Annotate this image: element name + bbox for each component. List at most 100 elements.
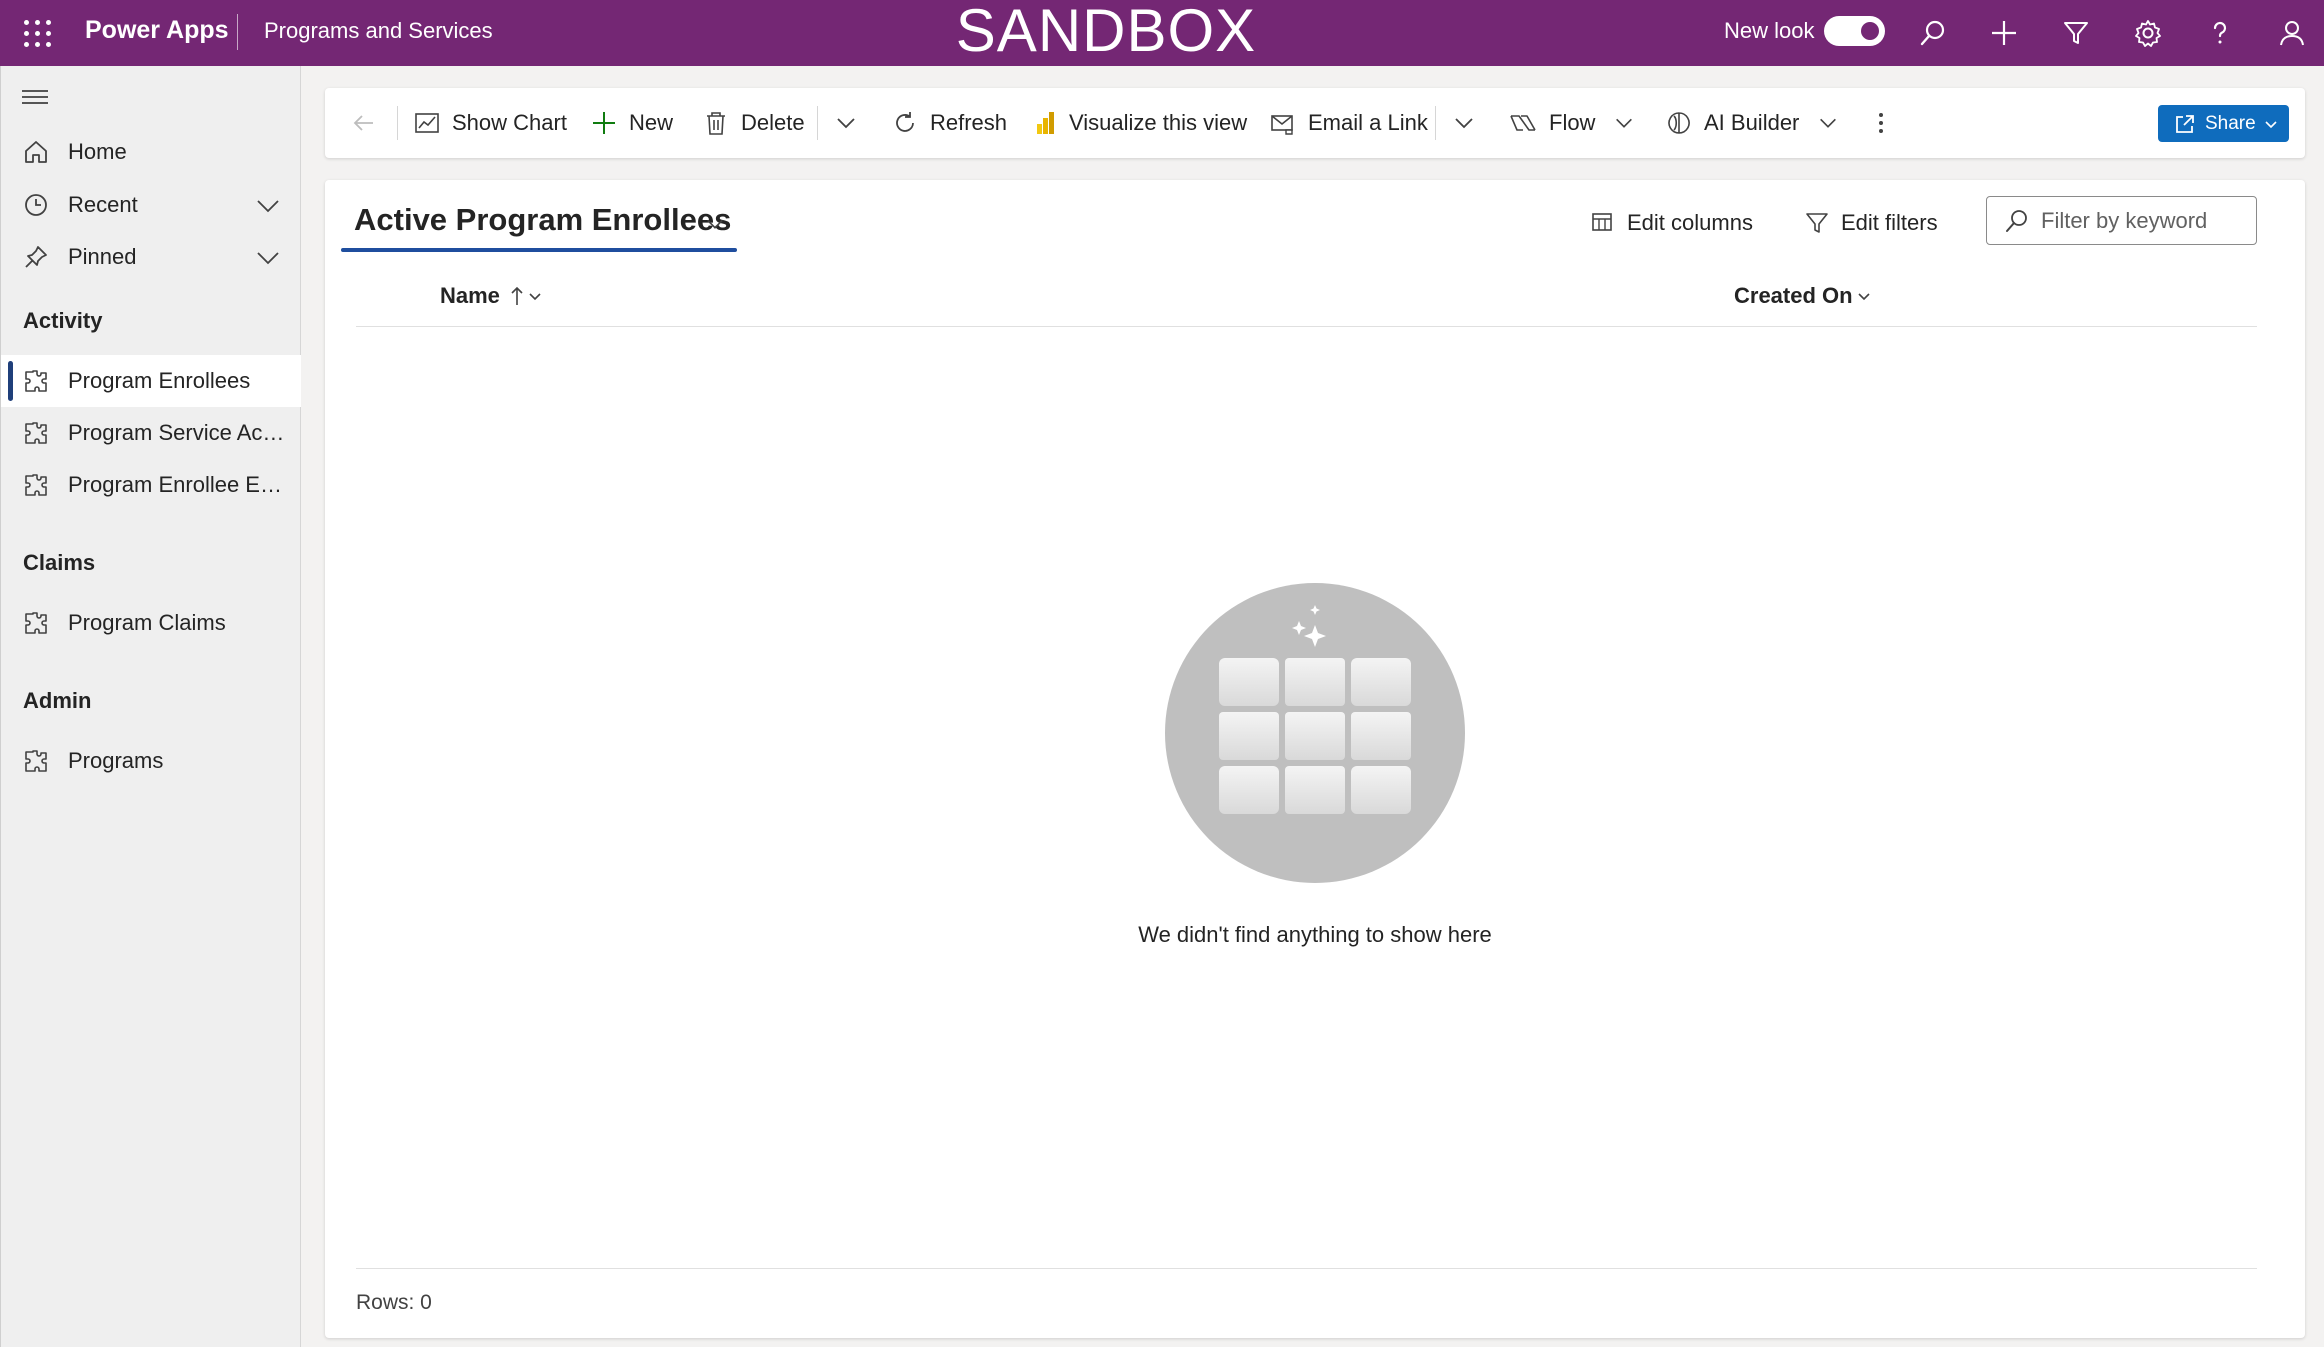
filter-by-keyword-box[interactable] [1986, 196, 2257, 245]
share-button[interactable]: Share [2158, 105, 2289, 142]
edit-columns-button[interactable]: Edit columns [1591, 210, 1753, 236]
chevron-down-icon [1820, 118, 1837, 128]
new-look-label: New look [1724, 18, 1815, 43]
share-label: Share [2205, 112, 2256, 134]
more-delete-options-button[interactable] [834, 102, 870, 144]
puzzle-icon [25, 474, 47, 496]
edit-columns-icon [1592, 213, 1612, 231]
empty-grid-icon [1219, 605, 1411, 814]
new-button[interactable]: New [591, 102, 673, 144]
ai-builder-label: AI Builder [1704, 110, 1800, 135]
sidebar-item-program-service-activities[interactable]: Program Service Acti... [1, 407, 301, 459]
chevron-down-icon [529, 293, 541, 301]
sidebar-item-label: Program Service Acti... [68, 420, 288, 445]
trash-icon [707, 112, 725, 135]
view-selector-underline [341, 248, 737, 252]
divider [817, 106, 818, 140]
top-bar: Power Apps Programs and Services SANDBOX… [0, 0, 2324, 66]
sidebar-item-recent[interactable]: Recent [1, 179, 301, 231]
filter-icon [1806, 213, 1828, 233]
sidebar-item-home[interactable]: Home [1, 126, 301, 178]
toggle-knob [1861, 22, 1879, 40]
more-commands-button[interactable] [1876, 102, 1898, 144]
sidebar-item-programs[interactable]: Programs [1, 735, 301, 787]
left-navigation: Home Recent Pinned Activity Program Enro… [0, 66, 301, 1347]
email-a-link-button[interactable]: Email a Link [1270, 102, 1428, 144]
sidebar-item-label: Program Enrollees [68, 368, 251, 393]
column-header-created-on[interactable]: Created On [1734, 283, 1871, 309]
more-email-options-button[interactable] [1452, 102, 1488, 144]
chart-icon [415, 113, 439, 133]
new-label: New [629, 110, 674, 135]
email-link-icon [1271, 115, 1293, 135]
filter-icon[interactable] [2057, 14, 2095, 52]
column-header-label: Name [440, 283, 500, 308]
chevron-down-icon [1455, 118, 1473, 129]
chevron-down-icon[interactable] [255, 245, 281, 271]
edit-filters-button[interactable]: Edit filters [1805, 210, 1938, 236]
nav-group-claims: Claims [23, 550, 96, 575]
divider [1435, 106, 1436, 140]
sidebar-item-pinned[interactable]: Pinned [1, 231, 301, 283]
gear-icon[interactable] [2129, 14, 2167, 52]
refresh-icon [896, 112, 914, 132]
power-bi-icon [1037, 112, 1054, 134]
home-icon [25, 141, 47, 163]
empty-state-illustration [1165, 583, 1465, 883]
flow-button[interactable]: Flow [1509, 102, 1635, 144]
show-chart-label: Show Chart [452, 110, 567, 135]
sidebar-item-label: Program Enrollee Ent... [68, 472, 288, 497]
environment-name[interactable]: Programs and Services [264, 18, 493, 44]
refresh-label: Refresh [930, 110, 1008, 135]
ai-builder-icon [1668, 112, 1690, 134]
visualize-label: Visualize this view [1069, 110, 1248, 135]
row-count: Rows: 0 [356, 1291, 432, 1314]
delete-button[interactable]: Delete [703, 102, 805, 144]
refresh-button[interactable]: Refresh [892, 102, 1007, 144]
sandbox-label: SANDBOX [955, 0, 1257, 64]
user-icon[interactable] [2273, 14, 2311, 52]
app-name[interactable]: Power Apps [85, 16, 229, 45]
pin-icon [25, 246, 47, 268]
footer-divider [356, 1268, 2257, 1269]
chevron-down-icon [1616, 118, 1633, 128]
puzzle-icon [25, 422, 47, 444]
sidebar-item-program-enrollees[interactable]: Program Enrollees [1, 355, 301, 407]
share-icon [2176, 114, 2194, 133]
plus-icon [593, 112, 615, 134]
command-bar: Show Chart New Delete Refresh Visualize … [325, 88, 2305, 158]
puzzle-icon [25, 612, 47, 634]
chevron-down-icon [837, 118, 855, 129]
edit-filters-label: Edit filters [1841, 210, 1938, 235]
ai-builder-button[interactable]: AI Builder [1666, 102, 1839, 144]
nav-group-activity: Activity [23, 308, 103, 333]
edit-columns-label: Edit columns [1627, 210, 1753, 235]
column-header-name[interactable]: Name [440, 283, 542, 309]
puzzle-icon [25, 750, 47, 772]
grid-panel: Active Program Enrollees Edit columns Ed… [325, 180, 2305, 1338]
filter-by-keyword-input[interactable] [2041, 206, 2241, 236]
flow-label: Flow [1549, 110, 1596, 135]
search-icon[interactable] [1914, 14, 1952, 52]
new-look-toggle[interactable] [1824, 16, 1885, 46]
view-selector-title[interactable]: Active Program Enrollees [354, 202, 731, 238]
visualize-this-view-button[interactable]: Visualize this view [1035, 102, 1247, 144]
empty-state-message: We didn't find anything to show here [1138, 922, 1492, 947]
header-divider [356, 326, 2257, 327]
plus-icon[interactable] [1985, 14, 2023, 52]
chevron-down-icon[interactable] [255, 193, 281, 219]
help-icon[interactable] [2201, 14, 2239, 52]
email-a-link-label: Email a Link [1308, 110, 1428, 135]
search-icon [2006, 210, 2027, 232]
arrow-left-icon [353, 115, 373, 131]
show-chart-button[interactable]: Show Chart [414, 102, 567, 144]
chevron-down-icon[interactable] [704, 213, 726, 235]
app-launcher-icon[interactable] [22, 18, 52, 48]
delete-label: Delete [741, 110, 805, 135]
sidebar-item-program-claims[interactable]: Program Claims [1, 597, 301, 649]
hamburger-menu-icon[interactable] [22, 90, 48, 110]
chevron-down-icon [1858, 293, 1870, 301]
back-button[interactable] [351, 102, 389, 144]
sidebar-item-program-enrollee-entitlements[interactable]: Program Enrollee Ent... [1, 459, 301, 511]
sidebar-item-label: Program Claims [68, 610, 226, 635]
